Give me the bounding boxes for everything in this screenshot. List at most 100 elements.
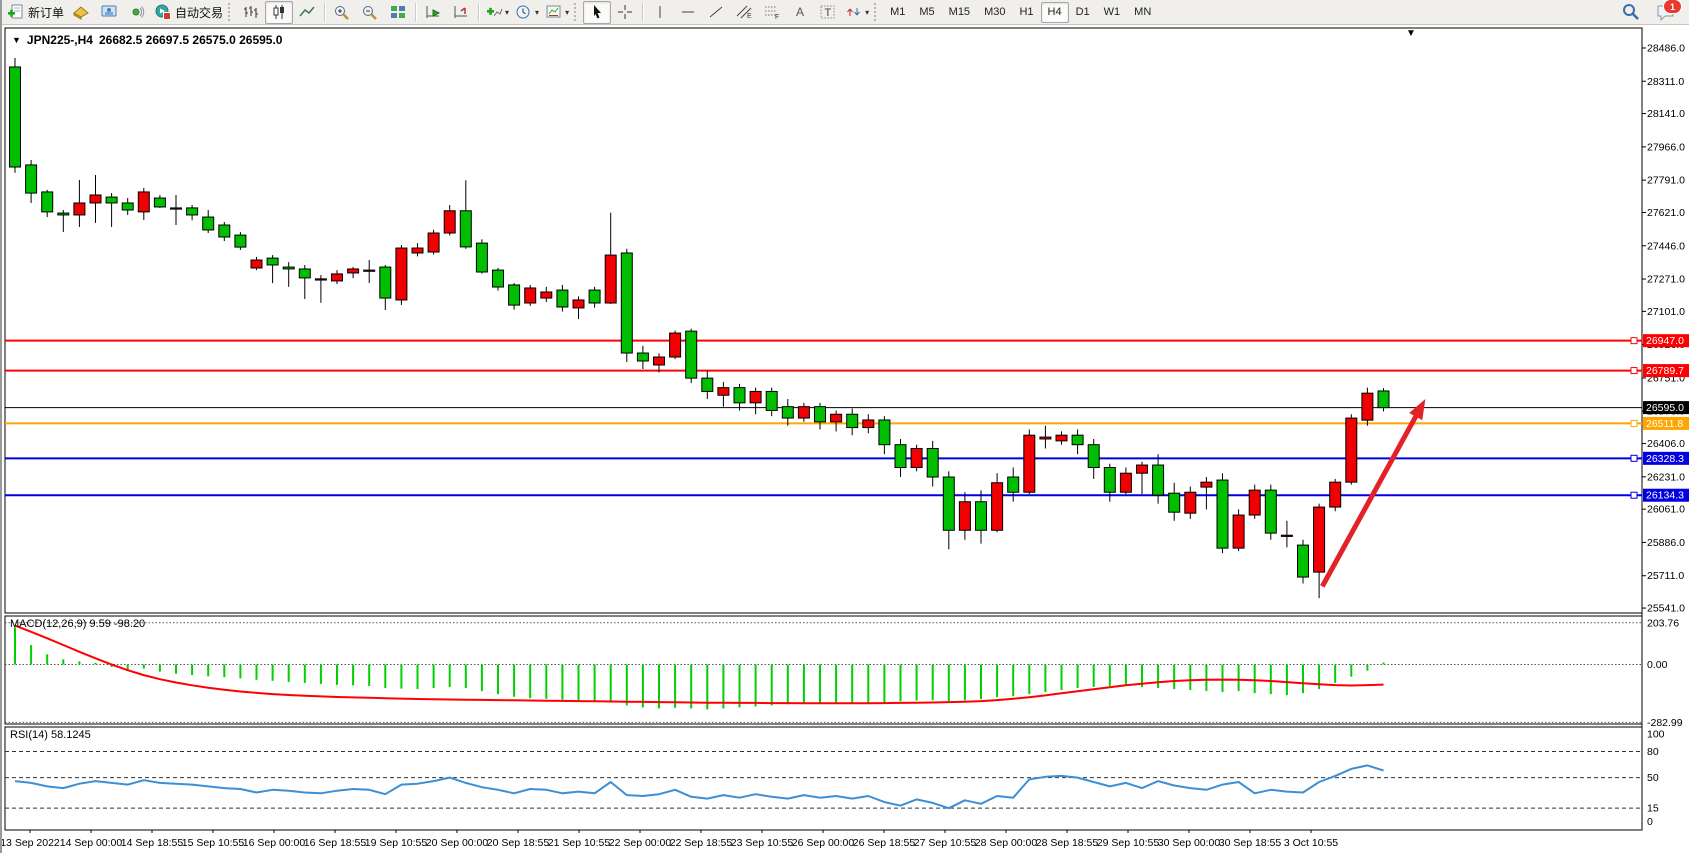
tile-windows-button[interactable] [384,1,412,24]
market-watch-button[interactable] [67,1,95,24]
svg-text:26 Sep 00:00: 26 Sep 00:00 [792,837,855,849]
notifications-button[interactable]: 1 [1651,1,1681,23]
timeframe-m1[interactable]: M1 [883,2,912,23]
market-watch-icon [72,4,90,20]
toolbar-grip[interactable] [574,3,579,21]
chart-canvas[interactable]: 28486.028311.028141.027966.027791.027621… [2,25,1689,853]
templates-icon [545,4,563,20]
macd-panel: 203.760.00-282.99 [5,617,1683,729]
candle-body [380,267,391,298]
timeframe-w1[interactable]: W1 [1097,2,1128,23]
zoom-out-button[interactable] [356,1,384,24]
arrows-button[interactable]: ▾ [842,1,872,24]
line-handle [1631,338,1637,344]
channel-button[interactable]: E [730,1,758,24]
candlestick-chart-button[interactable] [265,1,293,24]
rsi-indicator-label: RSI(14) 58.1245 [10,729,91,741]
candle-body [847,414,858,427]
candle-body [58,213,69,215]
new-order-button[interactable]: 新订单 [4,1,67,24]
timeframe-m15[interactable]: M15 [942,2,977,23]
candles-series [10,58,1390,598]
indicators-button[interactable]: ▾ [482,1,512,24]
candle-body [74,203,85,215]
candle-body [1281,535,1292,536]
svg-text:203.76: 203.76 [1647,617,1679,629]
candle-body [895,445,906,468]
svg-text:A: A [796,5,804,19]
timeframe-mn[interactable]: MN [1127,2,1158,23]
text-label-button[interactable]: T [814,1,842,24]
bar-chart-icon [242,4,260,20]
candle-body [1120,473,1131,492]
sound-button[interactable] [123,1,151,24]
periods-button[interactable]: ▾ [512,1,542,24]
chevron-down-icon: ▾ [865,8,869,17]
candle-body [1072,435,1083,445]
trendline-button[interactable] [702,1,730,24]
auto-scroll-button[interactable] [419,1,447,24]
chart-title[interactable]: ▼ JPN225-,H4 26682.5 26697.5 26575.0 265… [12,33,282,47]
navigator-button[interactable] [95,1,123,24]
svg-text:30 Sep 18:55: 30 Sep 18:55 [1219,837,1282,849]
bar-chart-button[interactable] [237,1,265,24]
candle-body [1314,507,1325,572]
candle-body [976,502,987,531]
candle-body [670,333,681,357]
svg-text:28 Sep 00:00: 28 Sep 00:00 [975,837,1038,849]
toolbar-grip[interactable] [228,3,233,21]
cursor-button[interactable] [583,1,611,24]
zoom-out-icon [361,4,379,20]
timeframe-m30[interactable]: M30 [977,2,1012,23]
svg-text:16 Sep 00:00: 16 Sep 00:00 [243,837,306,849]
candle-body [187,208,198,215]
svg-text:27446.0: 27446.0 [1647,240,1685,252]
candle-body [573,300,584,308]
candle-body [509,285,520,305]
candle-body [203,217,214,230]
svg-text:16 Sep 18:55: 16 Sep 18:55 [304,837,367,849]
candle-body [863,420,874,428]
svg-text:21 Sep 10:55: 21 Sep 10:55 [548,837,611,849]
svg-text:27101.0: 27101.0 [1647,306,1685,318]
crosshair-button[interactable] [611,1,639,24]
fibonacci-button[interactable]: F [758,1,786,24]
text-button[interactable]: A [786,1,814,24]
candle-body [348,269,359,273]
search-button[interactable] [1617,1,1645,24]
vertical-line-button[interactable] [646,1,674,24]
candle-body [412,248,423,253]
candle-body [444,211,455,233]
sound-icon [128,4,146,20]
navigator-icon [100,4,118,20]
toolbar-grip[interactable] [874,3,879,21]
timeframe-d1[interactable]: D1 [1069,2,1097,23]
candle-body [621,253,632,353]
timeframe-m5[interactable]: M5 [912,2,941,23]
horizontal-line-button[interactable] [674,1,702,24]
candle-body [879,420,890,445]
candle-body [1137,465,1148,473]
candle-body [251,260,262,268]
candle-body [750,391,761,402]
fibonacci-icon: F [763,4,781,20]
svg-text:27271.0: 27271.0 [1647,274,1685,286]
chart-dropdown-arrow[interactable]: ▼ [1406,28,1416,39]
candle-body [959,502,970,531]
svg-text:80: 80 [1647,746,1659,758]
candle-body [557,290,568,307]
autotrading-button[interactable]: 自动交易 [151,1,226,24]
candle-body [42,192,53,212]
line-handle [1631,455,1637,461]
templates-button[interactable]: ▾ [542,1,572,24]
zoom-in-button[interactable] [328,1,356,24]
timeframe-h1[interactable]: H1 [1012,2,1040,23]
candle-body [1249,490,1260,515]
line-chart-button[interactable] [293,1,321,24]
candle-body [1201,482,1212,487]
chart-shift-button[interactable] [447,1,475,24]
candle-body [798,407,809,418]
svg-text:3 Oct 10:55: 3 Oct 10:55 [1284,837,1338,849]
svg-text:0.00: 0.00 [1647,659,1668,671]
timeframe-h4[interactable]: H4 [1041,2,1069,23]
